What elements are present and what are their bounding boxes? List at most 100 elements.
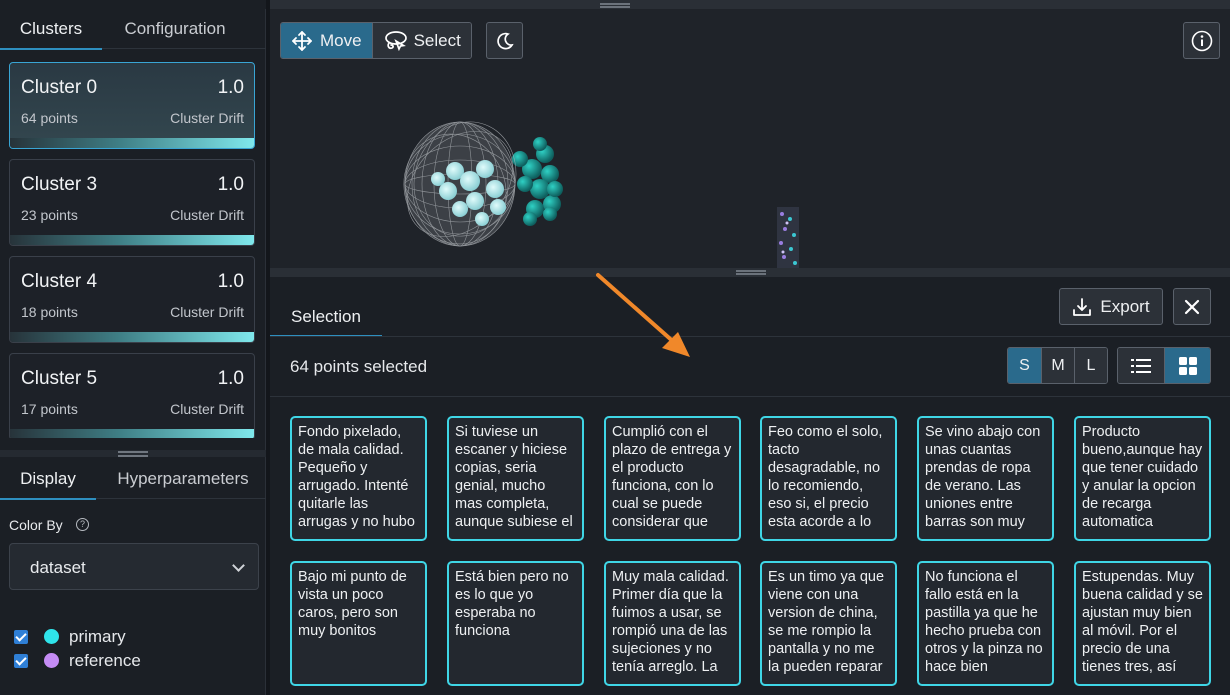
cluster-card[interactable]: Cluster 0 1.0 64 points Cluster Drift	[9, 62, 255, 149]
list-view-button[interactable]	[1118, 348, 1164, 383]
close-icon	[1184, 299, 1200, 314]
cluster-name: Cluster 0	[21, 77, 98, 98]
cluster-card[interactable]: Cluster 3 1.0 23 points Cluster Drift	[9, 159, 255, 246]
tab-clusters[interactable]: Clusters	[0, 9, 102, 50]
divider	[270, 336, 1230, 337]
cluster-score: 1.0	[217, 368, 244, 389]
grip-icon	[600, 3, 630, 5]
card-text: Muy mala calidad. Primer día que la fuim…	[612, 569, 729, 675]
text-card[interactable]: Es un timo ya que viene con una version …	[760, 561, 897, 686]
divider	[270, 396, 1230, 397]
selection-panel: Selection Export 64 points selected S M …	[270, 277, 1230, 695]
card-text: No funciona el fallo está en la pastilla…	[925, 569, 1043, 675]
download-icon	[1073, 297, 1092, 316]
display-tabs: Display Hyperparameters	[0, 459, 266, 500]
point-cloud-scene	[403, 121, 799, 268]
export-label: Export	[1100, 296, 1150, 316]
text-card[interactable]: Está bien pero no es lo que yo esperaba …	[447, 561, 584, 686]
card-text: Estupendas. Muy buena calidad y se ajust…	[1082, 569, 1203, 675]
cluster-list[interactable]: Cluster 0 1.0 64 points Cluster Drift Cl…	[0, 50, 266, 438]
cluster-card[interactable]: Cluster 4 1.0 18 points Cluster Drift	[9, 256, 255, 343]
top-resize-handle[interactable]	[270, 0, 1230, 9]
cluster-score-bar	[10, 332, 254, 342]
legend-label: reference	[69, 651, 141, 670]
chevron-down-icon	[232, 559, 245, 572]
cluster-metric: Cluster Drift	[170, 110, 244, 126]
cluster-score: 1.0	[217, 77, 244, 98]
cluster-points: 23 points	[21, 207, 78, 223]
card-text: Producto bueno,aunque hay que tener cuid…	[1082, 424, 1203, 530]
text-card[interactable]: Feo como el solo, tacto desagradable, no…	[760, 416, 897, 541]
text-card[interactable]: No funciona el fallo está en la pastilla…	[917, 561, 1054, 686]
tab-selection[interactable]: Selection	[270, 298, 382, 337]
left-tabs: Clusters Configuration	[0, 9, 266, 50]
tab-display[interactable]: Display	[0, 459, 96, 500]
selection-count: 64 points selected	[290, 357, 428, 376]
text-card[interactable]: Si tuviese un escaner y hiciese copias, …	[447, 416, 584, 541]
cluster-score-bar	[10, 235, 254, 245]
grip-icon	[118, 451, 148, 453]
cluster-points: 64 points	[21, 110, 78, 126]
card-size-toggle: S M L	[1007, 347, 1108, 384]
card-text: Si tuviese un escaner y hiciese copias, …	[455, 424, 573, 530]
left-panel: Clusters Configuration Cluster 0 1.0 64 …	[0, 0, 266, 695]
color-by-value: dataset	[30, 558, 86, 577]
card-text: Cumplió con el plazo de entrega y el pro…	[612, 424, 732, 530]
size-large-button[interactable]: L	[1074, 348, 1107, 383]
card-text: Está bien pero no es lo que yo esperaba …	[455, 569, 569, 639]
legend-label: primary	[69, 627, 126, 646]
close-button[interactable]	[1173, 288, 1211, 325]
text-card[interactable]: Bajo mi punto de vista un poco caros, pe…	[290, 561, 427, 686]
size-small-button[interactable]: S	[1008, 348, 1041, 383]
annotation-arrow-icon	[596, 273, 690, 357]
card-text: Fondo pixelado, de mala calidad. Pequeño…	[298, 424, 415, 530]
grip-icon	[736, 270, 766, 272]
card-text: Bajo mi punto de vista un poco caros, pe…	[298, 569, 407, 639]
color-by-label: Color By	[9, 517, 63, 533]
text-card[interactable]: Fondo pixelado, de mala calidad. Pequeño…	[290, 416, 427, 541]
color-by-select[interactable]: dataset	[9, 543, 259, 590]
reference-color-dot	[44, 653, 59, 668]
tab-configuration[interactable]: Configuration	[106, 9, 244, 49]
text-card[interactable]: Producto bueno,aunque hay que tener cuid…	[1074, 416, 1211, 541]
card-text: Es un timo ya que viene con una version …	[768, 569, 885, 675]
text-card[interactable]: Se vino abajo con unas cuantas prendas d…	[917, 416, 1054, 541]
primary-checkbox[interactable]	[14, 630, 28, 644]
primary-color-dot	[44, 629, 59, 644]
text-card[interactable]: Muy mala calidad. Primer día que la fuim…	[604, 561, 741, 686]
cluster-score-bar	[10, 429, 254, 438]
cluster-name: Cluster 4	[21, 271, 98, 292]
card-text: Feo como el solo, tacto desagradable, no…	[768, 424, 883, 530]
cluster-card[interactable]: Cluster 5 1.0 17 points Cluster Drift	[9, 353, 255, 438]
viewer-resize-handle[interactable]	[270, 268, 1230, 277]
left-panel-resize-handle[interactable]	[0, 450, 266, 457]
text-card[interactable]: Estupendas. Muy buena calidad y se ajust…	[1074, 561, 1211, 686]
cluster-score-bar	[10, 138, 254, 148]
cluster-name: Cluster 5	[21, 368, 98, 389]
cluster-points: 18 points	[21, 304, 78, 320]
tab-hyperparameters[interactable]: Hyperparameters	[108, 459, 258, 499]
list-icon	[1131, 358, 1151, 373]
reference-points	[512, 137, 563, 226]
distant-points	[777, 207, 799, 268]
3d-viewer[interactable]: Move Select	[270, 9, 1230, 268]
cluster-name: Cluster 3	[21, 174, 98, 195]
cluster-metric: Cluster Drift	[170, 207, 244, 223]
size-medium-button[interactable]: M	[1041, 348, 1074, 383]
cluster-score: 1.0	[217, 271, 244, 292]
cluster-metric: Cluster Drift	[170, 304, 244, 320]
grid-view-button[interactable]	[1164, 348, 1210, 383]
export-button[interactable]: Export	[1059, 288, 1163, 325]
view-mode-toggle	[1117, 347, 1211, 384]
cluster-hull	[403, 121, 517, 247]
text-card[interactable]: Cumplió con el plazo de entrega y el pro…	[604, 416, 741, 541]
top-resize-handle[interactable]	[0, 0, 266, 9]
reference-checkbox[interactable]	[14, 654, 28, 668]
cluster-points: 17 points	[21, 401, 78, 417]
cluster-metric: Cluster Drift	[170, 401, 244, 417]
help-icon[interactable]: ?	[76, 518, 89, 531]
cluster-score: 1.0	[217, 174, 244, 195]
main-panel: Move Select Selection Export 64 points s…	[270, 0, 1230, 695]
grid-icon	[1178, 356, 1197, 375]
card-text: Se vino abajo con unas cuantas prendas d…	[925, 424, 1041, 530]
